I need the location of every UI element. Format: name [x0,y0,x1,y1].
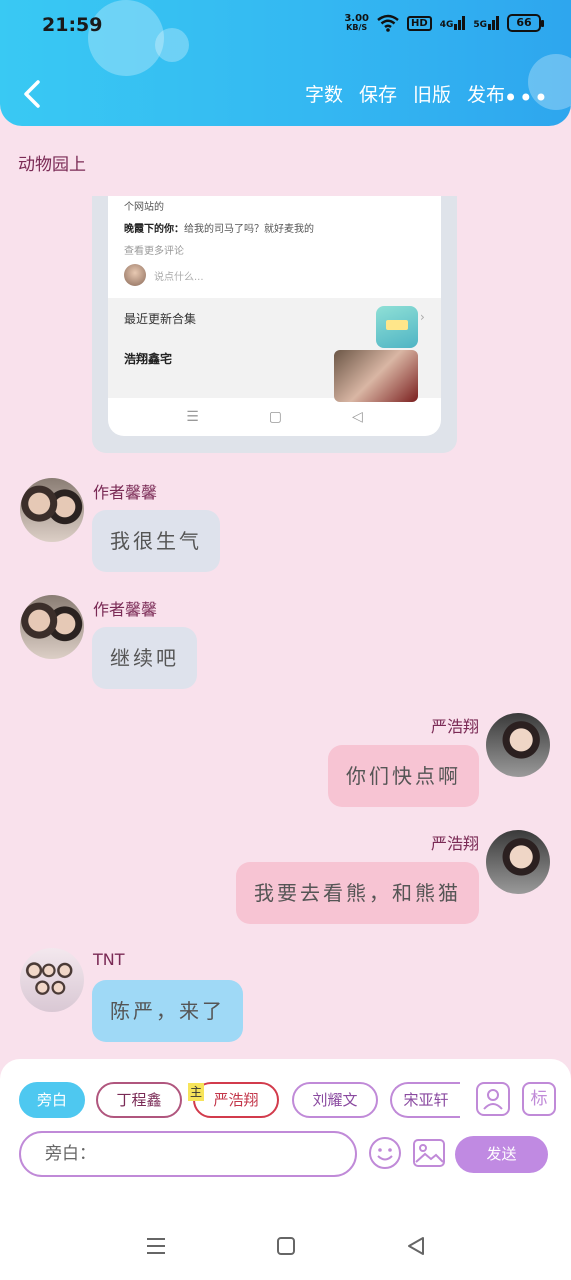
comment-author: 晚霞下的你： [124,224,184,235]
top-bar: 21:59 3.00 KB/S HD 4G 5G 66 字数 保存 旧版 发布 … [0,0,571,126]
speed-unit: KB/S [346,23,368,32]
avatar[interactable] [20,478,84,542]
message-bubble[interactable]: 我很生气 [92,510,220,572]
back-triangle-icon: ◁ [352,409,363,425]
decor-bubble [88,0,164,76]
system-navbar [0,1211,571,1280]
signal-4g-icon: 4G [440,16,466,30]
recent-title: 最近更新合集 [124,312,197,326]
sender-name: TNT [93,950,125,969]
narration-input[interactable]: 旁白： [19,1131,357,1177]
network-speed: 3.00 KB/S [344,13,370,33]
input-panel: 旁白 丁程鑫 严浩翔 刘耀文 宋亚轩 标 旁白： 发送 [0,1059,571,1211]
screenshot-comment: 个网站的 [124,198,164,213]
sender-name: 作者馨馨 [93,483,158,502]
section-title: 动物园上 [18,155,86,175]
message-bubble[interactable]: 我要去看熊，和熊猫 [236,862,479,924]
role-chip[interactable]: 丁程鑫 [96,1082,182,1118]
avatar[interactable] [486,830,550,894]
comment-text: 给我的司马了吗？就好麦我的 [184,224,314,235]
more-comments-link: 查看更多评论 [124,246,184,257]
recent-name: 浩翔鑫宅 [124,352,173,366]
comment-placeholder: 说点什么... [154,272,204,283]
status-time: 21:59 [42,14,103,36]
word-count-button[interactable]: 字数 [305,80,343,107]
send-button[interactable]: 发送 [455,1136,548,1173]
menu-icon[interactable] [145,1235,167,1257]
screenshot-navbar: ☰ ▢ ◁ [108,398,441,436]
avatar [124,264,146,286]
comment-text: 个网站的 [124,202,164,213]
hd-icon: HD [407,15,432,31]
sender-name: 严浩翔 [430,834,479,853]
role-chip[interactable]: 严浩翔 [193,1082,279,1118]
message-bubble[interactable]: 你们快点啊 [328,745,479,807]
wifi-icon [377,14,399,32]
back-icon[interactable] [405,1235,427,1257]
battery-icon: 66 [507,14,544,32]
emoji-icon[interactable] [368,1136,402,1170]
avatar[interactable] [20,948,84,1012]
back-arrow-icon[interactable] [18,76,48,112]
signal-4g-label: 4G [439,20,454,30]
cover-thumbnail [334,350,418,402]
avatar[interactable] [20,595,84,659]
envelope-icon [376,306,418,348]
chevron-right-icon: › [420,310,425,324]
tag-button[interactable]: 标 [522,1082,556,1116]
person-icon [483,1089,503,1110]
status-icons: 3.00 KB/S HD 4G 5G 66 [344,13,544,33]
speed-value: 3.00 [344,13,370,24]
avatar[interactable] [486,713,550,777]
role-chip-narration[interactable]: 旁白 [19,1082,85,1118]
sender-name: 作者馨馨 [93,600,158,619]
header-actions: 字数 保存 旧版 发布 [305,80,505,107]
sender-name: 严浩翔 [430,717,479,736]
signal-5g-label: 5G [473,20,487,30]
embedded-screenshot[interactable]: 个网站的 晚霞下的你：给我的司马了吗？就好麦我的 查看更多评论 说点什么... … [92,196,457,453]
publish-button[interactable]: 发布 [467,80,505,107]
screenshot-content: 个网站的 晚霞下的你：给我的司马了吗？就好麦我的 查看更多评论 说点什么... … [108,196,441,436]
character-icon[interactable] [476,1082,510,1116]
image-icon[interactable] [412,1136,446,1170]
menu-icon: ☰ [186,409,199,425]
role-chip[interactable]: 刘耀文 [292,1082,378,1118]
decor-bubble [155,28,189,62]
role-chip[interactable]: 宋亚轩 [390,1082,460,1118]
home-square-icon: ▢ [268,409,282,425]
signal-5g-icon: 5G [473,16,499,30]
more-icon[interactable]: ••• [504,84,549,112]
home-icon[interactable] [275,1235,297,1257]
recent-collection: 最近更新合集 › 浩翔鑫宅 [108,298,441,402]
old-version-button[interactable]: 旧版 [413,80,451,107]
message-bubble[interactable]: 继续吧 [92,627,197,689]
save-button[interactable]: 保存 [359,80,397,107]
screenshot-comment: 晚霞下的你：给我的司马了吗？就好麦我的 [124,220,314,235]
message-bubble[interactable]: 陈严，来了 [92,980,243,1042]
lead-role-badge: 主 [188,1083,204,1101]
